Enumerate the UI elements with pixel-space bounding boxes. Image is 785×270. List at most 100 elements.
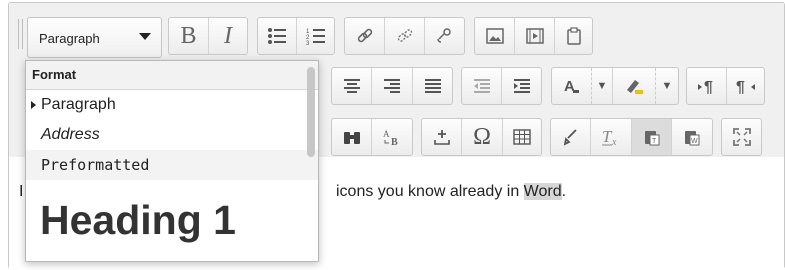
align-center-button[interactable] xyxy=(332,68,372,104)
content-text-after: . xyxy=(561,183,567,200)
paste-word-icon: W xyxy=(685,131,700,146)
link-icon xyxy=(357,28,372,43)
content-highlight: Word xyxy=(523,183,562,200)
media-group xyxy=(474,17,593,55)
insert-media-button[interactable] xyxy=(515,18,555,54)
bold-icon: B xyxy=(180,23,197,49)
svg-text:3: 3 xyxy=(306,41,310,45)
direction-group: ¶ ¶ xyxy=(686,67,765,105)
table-button[interactable] xyxy=(503,119,541,155)
rtl-icon: ¶ xyxy=(736,79,755,95)
svg-text:W: W xyxy=(691,138,698,145)
fullscreen-button[interactable] xyxy=(722,119,761,155)
align-right-icon xyxy=(384,79,400,93)
insert-link-button[interactable] xyxy=(345,18,385,54)
clear-format-icon: Tx xyxy=(602,127,617,147)
format-item-address[interactable]: Address xyxy=(26,120,318,150)
bold-button[interactable]: B xyxy=(169,18,209,54)
outdent-button[interactable] xyxy=(462,68,502,104)
selected-indicator-icon xyxy=(31,101,36,109)
insert-hr-button[interactable] xyxy=(422,119,462,155)
background-color-dropdown[interactable]: ▼ xyxy=(656,68,678,104)
svg-text:¶: ¶ xyxy=(736,79,745,95)
align-center-icon xyxy=(343,79,360,93)
anchor-link-button[interactable] xyxy=(425,18,464,54)
format-menu-header: Format xyxy=(26,61,318,90)
italic-button[interactable]: I xyxy=(209,18,247,54)
find-button[interactable] xyxy=(332,119,372,155)
align-justify-button[interactable] xyxy=(413,68,452,104)
numbered-list-button[interactable]: 123 xyxy=(297,18,334,54)
text-style-group: B I xyxy=(168,17,248,55)
rtl-button[interactable]: ¶ xyxy=(727,68,764,104)
clean-html-button[interactable] xyxy=(551,119,591,155)
format-item-label: Paragraph xyxy=(41,96,116,113)
anchor-icon xyxy=(436,28,451,43)
text-color-button[interactable]: A xyxy=(552,68,592,104)
insert-image-button[interactable] xyxy=(475,18,515,54)
list-group: 123 xyxy=(257,17,335,55)
content-leading-text: I xyxy=(19,183,24,200)
svg-text:¶: ¶ xyxy=(704,79,713,95)
ltr-button[interactable]: ¶ xyxy=(687,68,727,104)
fullscreen-icon xyxy=(732,128,751,146)
bullet-list-button[interactable] xyxy=(258,18,297,54)
binoculars-icon xyxy=(343,132,360,144)
clipboard-icon xyxy=(566,27,581,45)
chevron-down-icon xyxy=(139,33,151,40)
clear-format-button[interactable]: Tx xyxy=(591,119,632,155)
outdent-icon xyxy=(473,79,490,93)
table-icon xyxy=(513,129,531,145)
manage-files-button[interactable] xyxy=(555,18,592,54)
format-item-paragraph[interactable]: Paragraph xyxy=(26,90,318,120)
menu-scrollbar[interactable] xyxy=(307,67,315,157)
svg-text:B: B xyxy=(391,137,398,146)
align-group xyxy=(331,67,453,105)
fullscreen-group xyxy=(721,118,762,156)
format-select-value: Paragraph xyxy=(39,31,100,46)
media-icon xyxy=(525,28,544,44)
format-dropdown-menu: Format Paragraph Address Preformatted He… xyxy=(25,60,319,262)
paste-word-button[interactable]: W xyxy=(672,119,712,155)
find-replace-icon: AB xyxy=(383,129,398,146)
caret-down-icon: ▼ xyxy=(596,79,608,92)
background-color-button[interactable] xyxy=(613,68,656,104)
content-text: icons you know already in Word. xyxy=(336,183,566,201)
indent-button[interactable] xyxy=(502,68,541,104)
svg-text:A: A xyxy=(383,129,390,139)
find-replace-button[interactable]: AB xyxy=(372,119,412,155)
align-right-button[interactable] xyxy=(372,68,413,104)
highlighter-icon xyxy=(627,80,643,94)
image-icon xyxy=(485,28,504,44)
unlink-button[interactable] xyxy=(385,18,425,54)
format-item-label: Preformatted xyxy=(41,156,150,174)
insert-group: Ω xyxy=(421,118,542,156)
text-color-icon: A xyxy=(564,78,579,95)
format-select[interactable]: Paragraph xyxy=(27,17,162,58)
format-item-label: Address xyxy=(41,126,100,143)
indent-group xyxy=(461,67,542,105)
unlink-icon xyxy=(397,29,412,42)
ltr-icon: ¶ xyxy=(697,79,713,95)
italic-icon: I xyxy=(224,23,232,49)
format-item-heading-1[interactable]: Heading 1 xyxy=(26,180,318,260)
caret-down-icon: ▼ xyxy=(661,79,673,92)
toolbar-grip[interactable] xyxy=(18,19,23,49)
omega-icon: Ω xyxy=(473,124,491,150)
color-group: A ▼ ▼ xyxy=(551,67,679,105)
link-group xyxy=(344,17,465,55)
brush-icon xyxy=(563,129,577,146)
align-justify-icon xyxy=(424,79,441,93)
find-group: AB xyxy=(331,118,413,156)
text-color-dropdown[interactable]: ▼ xyxy=(592,68,613,104)
clean-group: Tx T W xyxy=(550,118,713,156)
paste-text-button[interactable]: T xyxy=(632,119,672,155)
bullet-list-icon xyxy=(268,28,286,44)
svg-text:T: T xyxy=(652,138,657,145)
indent-icon xyxy=(513,79,530,93)
paste-text-icon: T xyxy=(644,131,659,146)
special-char-button[interactable]: Ω xyxy=(462,119,503,155)
format-item-label: Heading 1 xyxy=(40,197,236,243)
content-text-before: icons you know already in xyxy=(336,183,524,200)
format-item-preformatted[interactable]: Preformatted xyxy=(26,150,318,180)
